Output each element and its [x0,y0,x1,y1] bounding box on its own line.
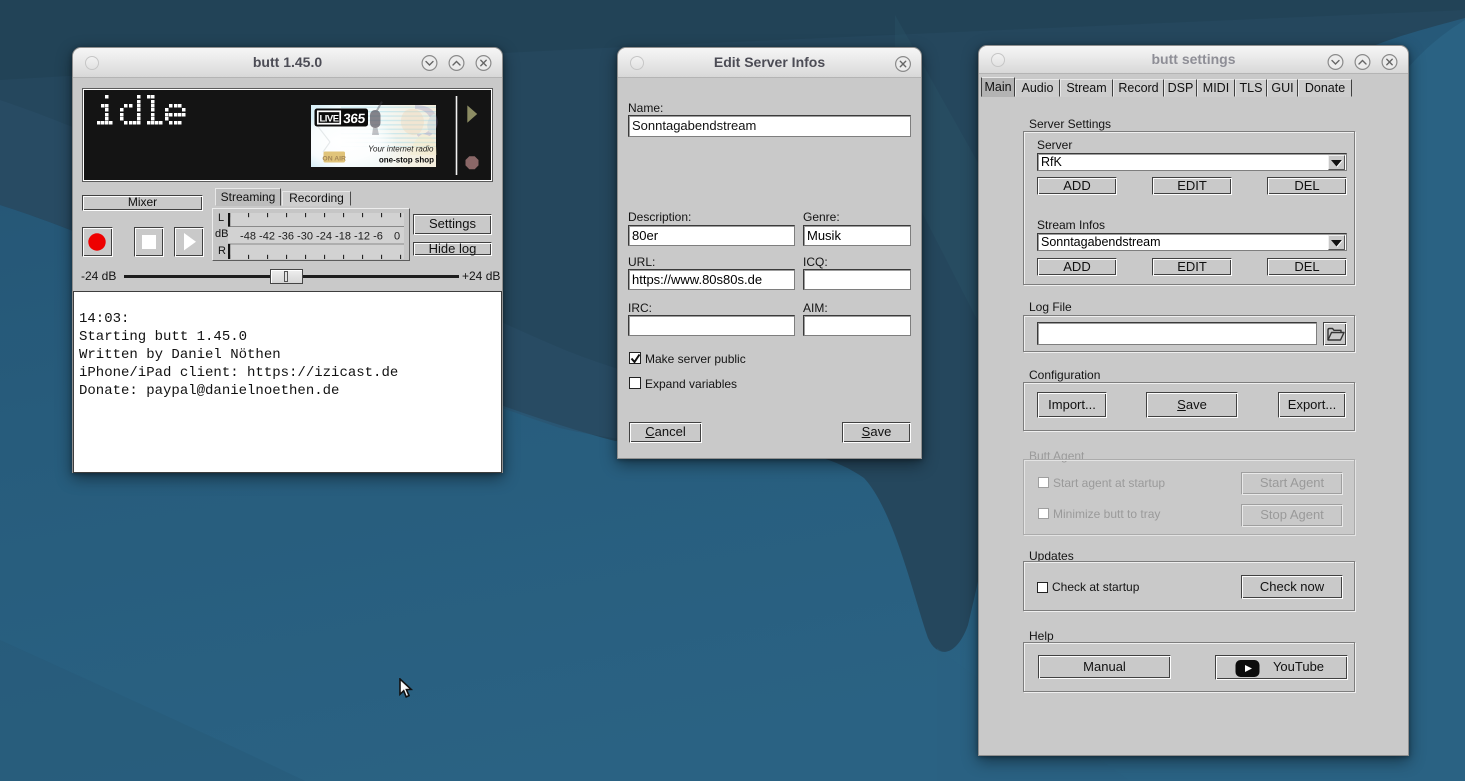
svg-text:ON AIR: ON AIR [322,155,346,162]
svg-text:0: 0 [394,231,400,243]
svg-text:-12: -12 [354,231,370,243]
svg-text:-6: -6 [373,231,383,243]
svg-text:-24: -24 [316,231,332,243]
svg-text:-18: -18 [335,231,351,243]
svg-text:Your internet radio: Your internet radio [368,145,434,154]
svg-text:-36: -36 [278,231,294,243]
svg-text:-30: -30 [297,231,313,243]
svg-text:365: 365 [343,111,367,126]
svg-text:-48: -48 [240,231,256,243]
svg-text:LIVE: LIVE [319,114,338,125]
svg-text:one-stop shop: one-stop shop [379,156,434,165]
svg-text:-42: -42 [259,231,275,243]
